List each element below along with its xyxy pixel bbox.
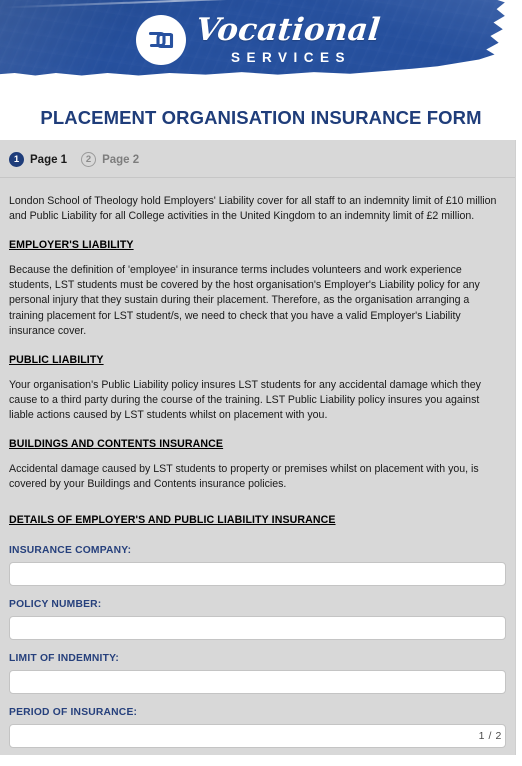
public-liability-paragraph: Your organisation's Public Liability pol… [9, 378, 481, 422]
period-of-insurance-label: PERIOD OF INSURANCE: [9, 707, 138, 719]
form-footer: 1 / 2 [0, 726, 516, 744]
limit-of-indemnity-label: LIMIT OF INDEMNITY: [9, 653, 119, 665]
brand-name: Vocational [194, 12, 382, 49]
policy-number-input[interactable] [9, 616, 506, 641]
brand-subtitle: SERVICES [230, 50, 352, 66]
form-page: Vocational SERVICES PLACEMENT ORGANISATI… [0, 0, 522, 766]
page-counter: 1 / 2 [478, 730, 502, 742]
brand-banner: Vocational SERVICES [0, 0, 522, 90]
insurance-details-heading: DETAILS OF EMPLOYER'S AND PUBLIC LIABILI… [9, 514, 336, 527]
step-2-badge: 2 [81, 152, 97, 167]
employers-liability-heading: EMPLOYER'S LIABILITY [9, 238, 134, 251]
page-title: PLACEMENT ORGANISATION INSURANCE FORM [40, 107, 482, 128]
buildings-contents-heading: BUILDINGS AND CONTENTS INSURANCE [9, 437, 224, 450]
banner-content: Vocational SERVICES [0, 9, 516, 71]
policy-number-label: POLICY NUMBER: [9, 599, 102, 611]
intro-paragraph: London School of Theology hold Employers… [9, 195, 497, 223]
insurance-company-label: INSURANCE COMPANY: [9, 545, 132, 557]
field-limit-of-indemnity: LIMIT OF INDEMNITY: [9, 653, 506, 695]
buildings-contents-paragraph: Accidental damage caused by LST students… [9, 462, 479, 490]
step-2-label: Page 2 [102, 153, 140, 166]
form-content: London School of Theology hold Employers… [9, 178, 506, 766]
employers-liability-paragraph: Because the definition of 'employee' in … [9, 263, 480, 338]
page-title-bar: PLACEMENT ORGANISATION INSURANCE FORM [0, 96, 522, 140]
limit-of-indemnity-input[interactable] [9, 670, 506, 695]
form-container: 1 Page 1 2 Page 2 London School of Theol… [0, 140, 516, 755]
step-page-2[interactable]: 2 Page 2 [81, 152, 139, 167]
step-1-label: Page 1 [30, 153, 68, 166]
step-1-badge: 1 [9, 152, 24, 167]
step-page-1[interactable]: 1 Page 1 [9, 152, 67, 167]
step-indicator: 1 Page 1 2 Page 2 [0, 140, 515, 178]
insurance-company-input[interactable] [9, 562, 506, 587]
public-liability-heading: PUBLIC LIABILITY [9, 353, 104, 366]
field-insurance-company: INSURANCE COMPANY: [9, 545, 506, 587]
brand-wordmark: Vocational SERVICES [194, 12, 382, 66]
field-policy-number: POLICY NUMBER: [9, 599, 506, 641]
form-scroll-area: 1 Page 1 2 Page 2 London School of Theol… [0, 140, 515, 755]
lst-monogram-icon [135, 15, 186, 65]
